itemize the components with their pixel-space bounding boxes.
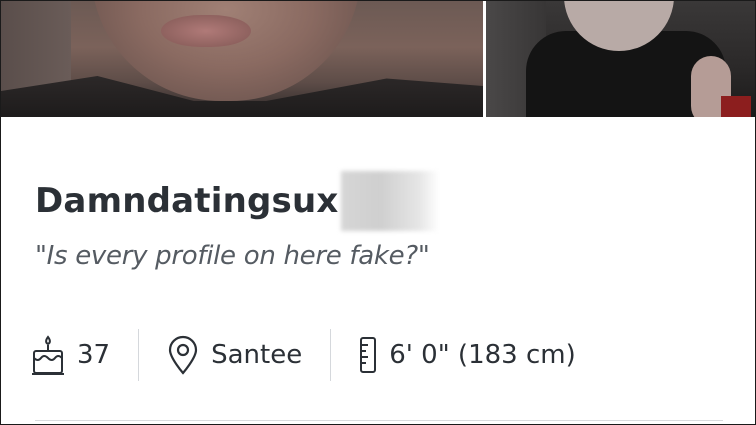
redaction-blur: [340, 171, 439, 231]
profile-card: Damndatingsux "Is every profile on here …: [0, 0, 756, 425]
stat-divider: [138, 329, 140, 381]
stat-age: 37: [31, 327, 110, 383]
section-divider: [35, 420, 723, 421]
username: Damndatingsux: [35, 181, 339, 221]
stat-location: Santee: [167, 327, 302, 383]
profile-photo-2[interactable]: [486, 1, 755, 117]
location-pin-icon: [167, 335, 199, 375]
ruler-icon: [359, 336, 377, 374]
stat-divider: [330, 329, 332, 381]
profile-tagline: "Is every profile on here fake?": [35, 241, 430, 271]
height-value: 6' 0" (183 cm): [389, 340, 576, 370]
stat-height: 6' 0" (183 cm): [359, 327, 576, 383]
age-value: 37: [77, 340, 111, 370]
profile-stats: 37 Santee 6' 0" (183 cm): [31, 327, 576, 383]
profile-photo-1[interactable]: [1, 1, 483, 117]
location-value: Santee: [211, 340, 303, 370]
birthday-cake-icon: [31, 333, 65, 377]
username-row: Damndatingsux: [35, 171, 439, 231]
